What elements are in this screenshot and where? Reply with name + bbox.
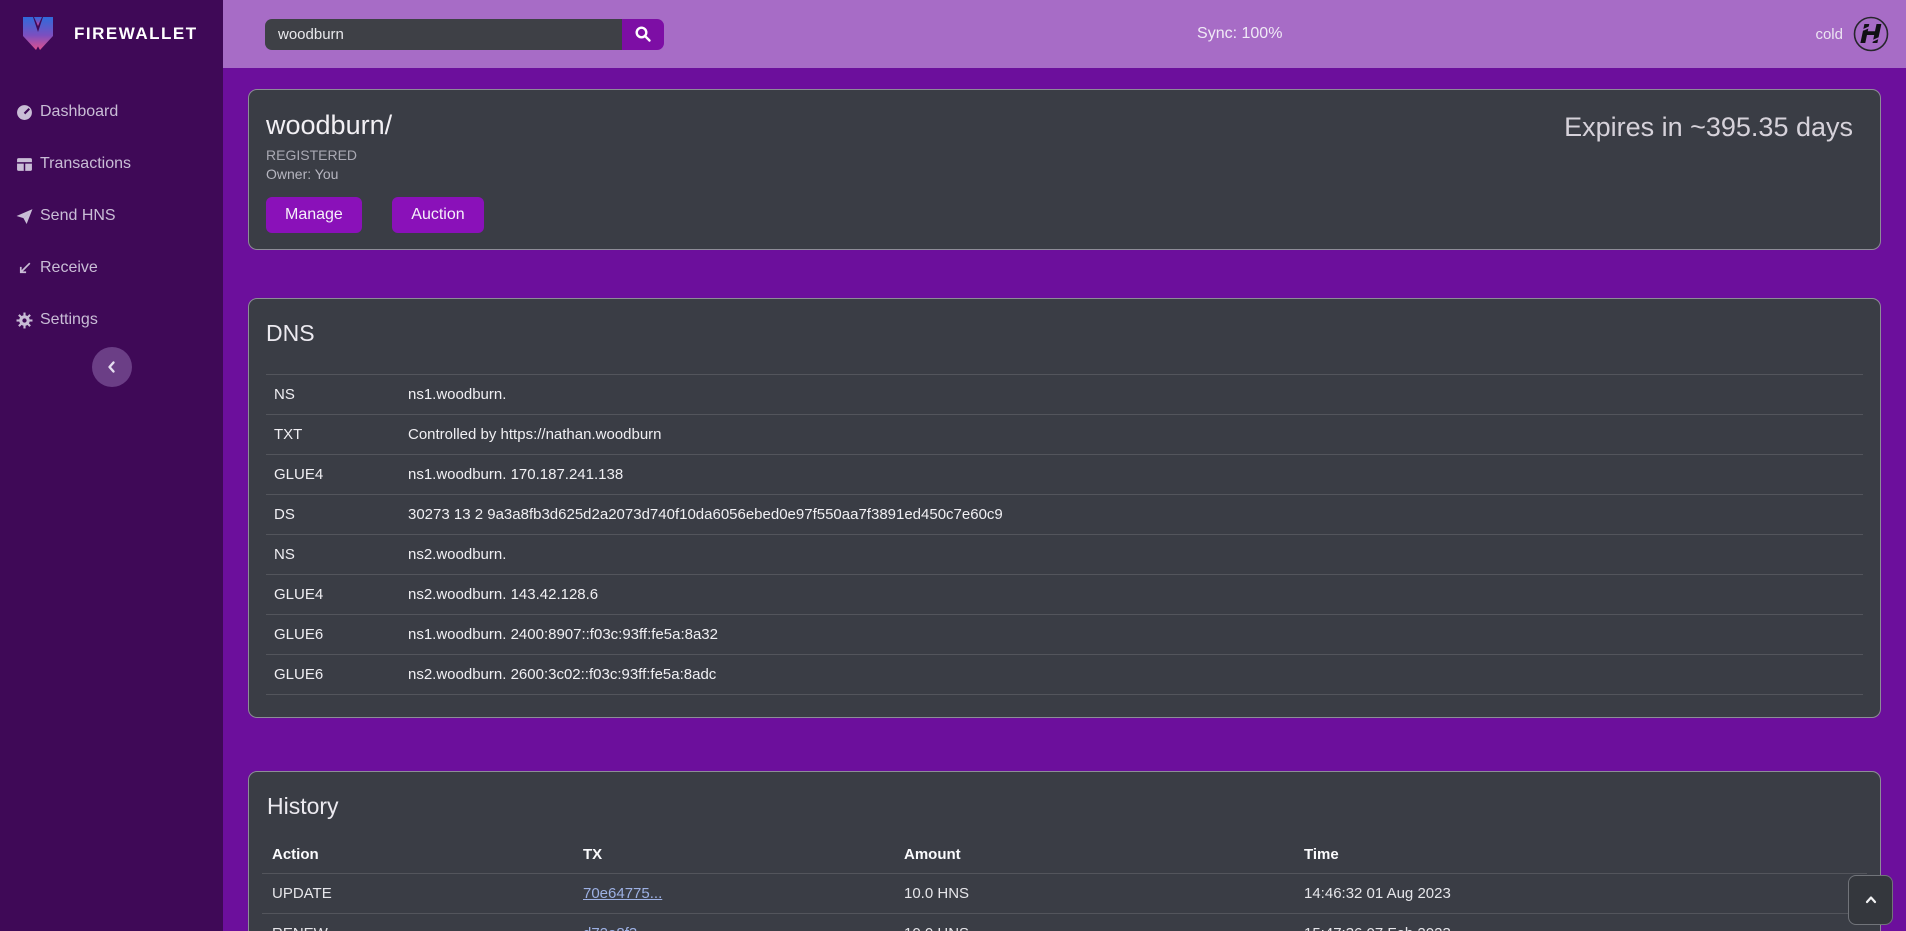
settings-icon [16,312,33,329]
dns-record-type: NS [266,535,400,575]
sidebar: FIREWALLET Dashboard Transactions Send H… [0,0,223,931]
domain-status: REGISTERED [266,147,1863,163]
dns-record-value: Controlled by https://nathan.woodburn [400,415,1863,455]
dns-table: NS ns1.woodburn. TXT Controlled by https… [266,374,1863,695]
firewallet-w-logo-icon [16,12,60,56]
history-time: 14:46:32 01 Aug 2023 [1294,874,1867,914]
history-col-time: Time [1294,836,1867,874]
dns-record-value: ns1.woodburn. [400,375,1863,415]
dns-row: GLUE4 ns1.woodburn. 170.187.241.138 [266,455,1863,495]
tx-hash-link[interactable]: d72e8f3... [583,925,650,931]
domain-summary-card: woodburn/ REGISTERED Owner: You Manage A… [248,89,1881,250]
dashboard-icon [16,104,33,121]
brand-header: FIREWALLET [0,0,223,68]
history-amount: 10.0 HNS [894,914,1294,931]
manage-button[interactable]: Manage [266,197,362,233]
send-icon [16,208,33,225]
search-icon [634,25,652,43]
history-col-tx: TX [573,836,894,874]
dns-card: DNS NS ns1.woodburn. TXT Controlled by h… [248,298,1881,718]
history-amount: 10.0 HNS [894,874,1294,914]
dns-row: GLUE6 ns2.woodburn. 2600:3c02::f03c:93ff… [266,655,1863,695]
topbar: Sync: 100% cold H [223,0,1906,68]
dns-row: DS 30273 13 2 9a3a8fb3d625d2a2073d740f10… [266,495,1863,535]
svg-text:H: H [1857,20,1885,50]
sidebar-item-label: Receive [40,259,98,277]
dns-record-value: ns2.woodburn. 2600:3c02::f03c:93ff:fe5a:… [400,655,1863,695]
brand-name: FIREWALLET [74,24,198,44]
sidebar-item-label: Dashboard [40,103,118,121]
dns-record-type: GLUE6 [266,655,400,695]
expiry-label: Expires in ~395.35 days [1564,112,1853,143]
sidebar-collapse-button[interactable] [92,347,132,387]
wallet-name: cold [1815,26,1843,43]
handshake-logo-icon[interactable]: H [1852,15,1890,53]
sidebar-item-send-hns[interactable]: Send HNS [0,190,223,242]
dns-record-type: NS [266,375,400,415]
dns-record-type: TXT [266,415,400,455]
dns-row: TXT Controlled by https://nathan.woodbur… [266,415,1863,455]
history-action: RENEW [262,914,573,931]
search-group [265,19,664,50]
auction-button[interactable]: Auction [392,197,483,233]
history-row: RENEW d72e8f3... 10.0 HNS 15:47:36 07 Fe… [262,914,1867,931]
dns-record-value: ns1.woodburn. 170.187.241.138 [400,455,1863,495]
history-section-title: History [267,793,1867,820]
history-time: 15:47:36 07 Feb 2023 [1294,914,1867,931]
dns-record-value: ns2.woodburn. [400,535,1863,575]
dns-row: GLUE6 ns1.woodburn. 2400:8907::f03c:93ff… [266,615,1863,655]
sidebar-item-label: Transactions [40,155,131,173]
dns-record-value: 30273 13 2 9a3a8fb3d625d2a2073d740f10da6… [400,495,1863,535]
history-card: History Action TX Amount Time UPDATE 70e… [248,771,1881,931]
dns-record-type: GLUE4 [266,575,400,615]
sidebar-item-dashboard[interactable]: Dashboard [0,86,223,138]
page-content: woodburn/ REGISTERED Owner: You Manage A… [223,68,1906,931]
sidebar-item-receive[interactable]: Receive [0,242,223,294]
dns-row: NS ns2.woodburn. [266,535,1863,575]
history-row: UPDATE 70e64775... 10.0 HNS 14:46:32 01 … [262,874,1867,914]
dns-record-type: DS [266,495,400,535]
dns-record-type: GLUE6 [266,615,400,655]
sidebar-nav: Dashboard Transactions Send HNS Receive [0,86,223,346]
transactions-icon [16,156,33,173]
chevron-up-icon [1863,892,1879,908]
scroll-to-top-button[interactable] [1848,875,1893,925]
main-area: Sync: 100% cold H woodburn/ REGISTERED O… [223,0,1906,931]
chevron-left-icon [104,359,120,375]
dns-record-value: ns2.woodburn. 143.42.128.6 [400,575,1863,615]
history-action: UPDATE [262,874,573,914]
dns-row: GLUE4 ns2.woodburn. 143.42.128.6 [266,575,1863,615]
receive-icon [16,260,33,277]
search-input[interactable] [265,19,622,50]
dns-record-value: ns1.woodburn. 2400:8907::f03c:93ff:fe5a:… [400,615,1863,655]
dns-record-type: GLUE4 [266,455,400,495]
domain-owner: Owner: You [266,166,1863,182]
sync-status: Sync: 100% [664,25,1815,43]
tx-hash-link[interactable]: 70e64775... [583,885,662,902]
sidebar-item-label: Settings [40,311,98,329]
sidebar-item-settings[interactable]: Settings [0,294,223,346]
history-table: Action TX Amount Time UPDATE 70e64775...… [262,836,1867,931]
history-col-action: Action [262,836,573,874]
history-header-row: Action TX Amount Time [262,836,1867,874]
sidebar-item-label: Send HNS [40,207,116,225]
dns-row: NS ns1.woodburn. [266,375,1863,415]
history-col-amount: Amount [894,836,1294,874]
dns-section-title: DNS [266,320,1863,347]
sidebar-item-transactions[interactable]: Transactions [0,138,223,190]
search-button[interactable] [622,19,664,50]
